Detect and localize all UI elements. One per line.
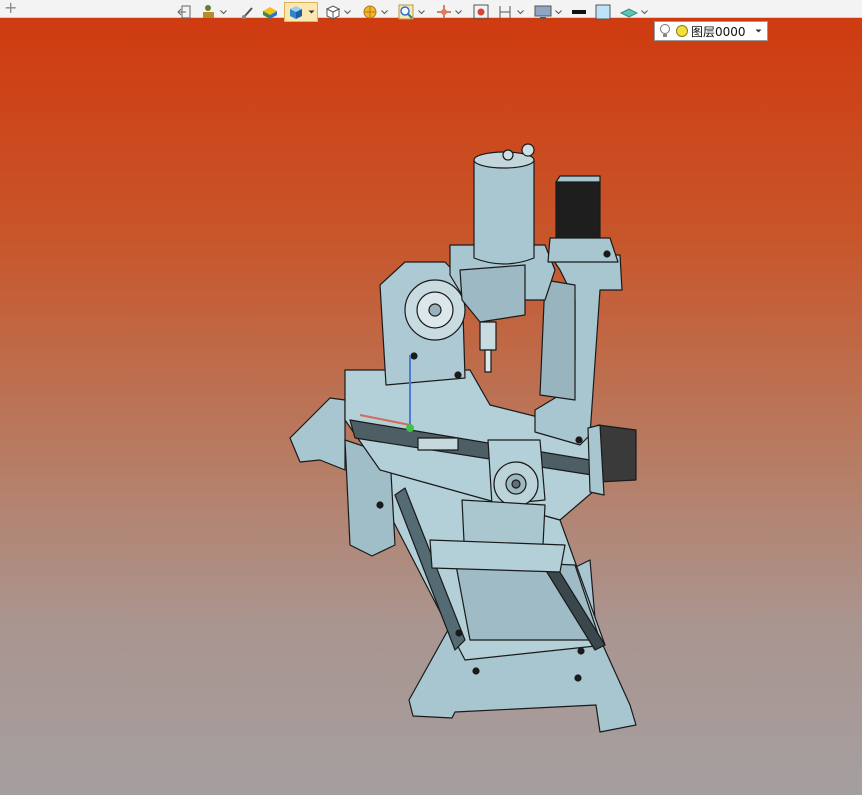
chevron-down-icon[interactable] (416, 2, 426, 22)
bulb-icon (660, 24, 670, 37)
cnc-machine-model[interactable] (0, 18, 862, 795)
layer-name: 图层0000 (691, 24, 746, 39)
chevron-down-icon[interactable] (218, 2, 228, 22)
chevron-down-icon (755, 29, 762, 33)
stepper-motor-side (597, 424, 637, 483)
chevron-down-icon[interactable] (379, 2, 389, 22)
box-materials-icon[interactable] (261, 2, 279, 22)
3d-viewport[interactable] (0, 18, 862, 795)
rear-base-plate (289, 397, 346, 471)
chevron-down-icon[interactable] (453, 2, 463, 22)
spindle-motor (473, 159, 535, 265)
chevron-down-icon[interactable] (639, 2, 649, 22)
plane-icon[interactable] (619, 2, 639, 22)
chevron-down-icon[interactable] (515, 2, 525, 22)
stepper-motor-top (555, 181, 601, 241)
brush-icon[interactable] (240, 2, 256, 22)
fill-color-icon[interactable] (594, 2, 612, 22)
line-color-icon[interactable] (570, 2, 588, 22)
wire-cube-icon[interactable] (324, 2, 342, 22)
exit-sketch-icon[interactable] (176, 2, 192, 22)
tab-strip: + (0, 0, 862, 18)
move-axis-icon[interactable] (435, 2, 453, 22)
layer-color-icon (676, 25, 688, 37)
zoom-icon[interactable] (397, 2, 415, 22)
monitor-icon[interactable] (533, 2, 553, 22)
dimension-icon[interactable] (496, 2, 514, 22)
layer-select[interactable]: 图层0000 (654, 21, 768, 41)
section-icon[interactable] (361, 2, 379, 22)
chevron-down-icon[interactable] (342, 2, 352, 22)
shaded-cube-icon[interactable] (284, 2, 318, 22)
fit-view-icon[interactable] (472, 2, 490, 22)
person-tools-icon[interactable] (199, 2, 217, 22)
chevron-down-icon[interactable] (553, 2, 563, 22)
new-tab-button[interactable]: + (4, 0, 17, 16)
